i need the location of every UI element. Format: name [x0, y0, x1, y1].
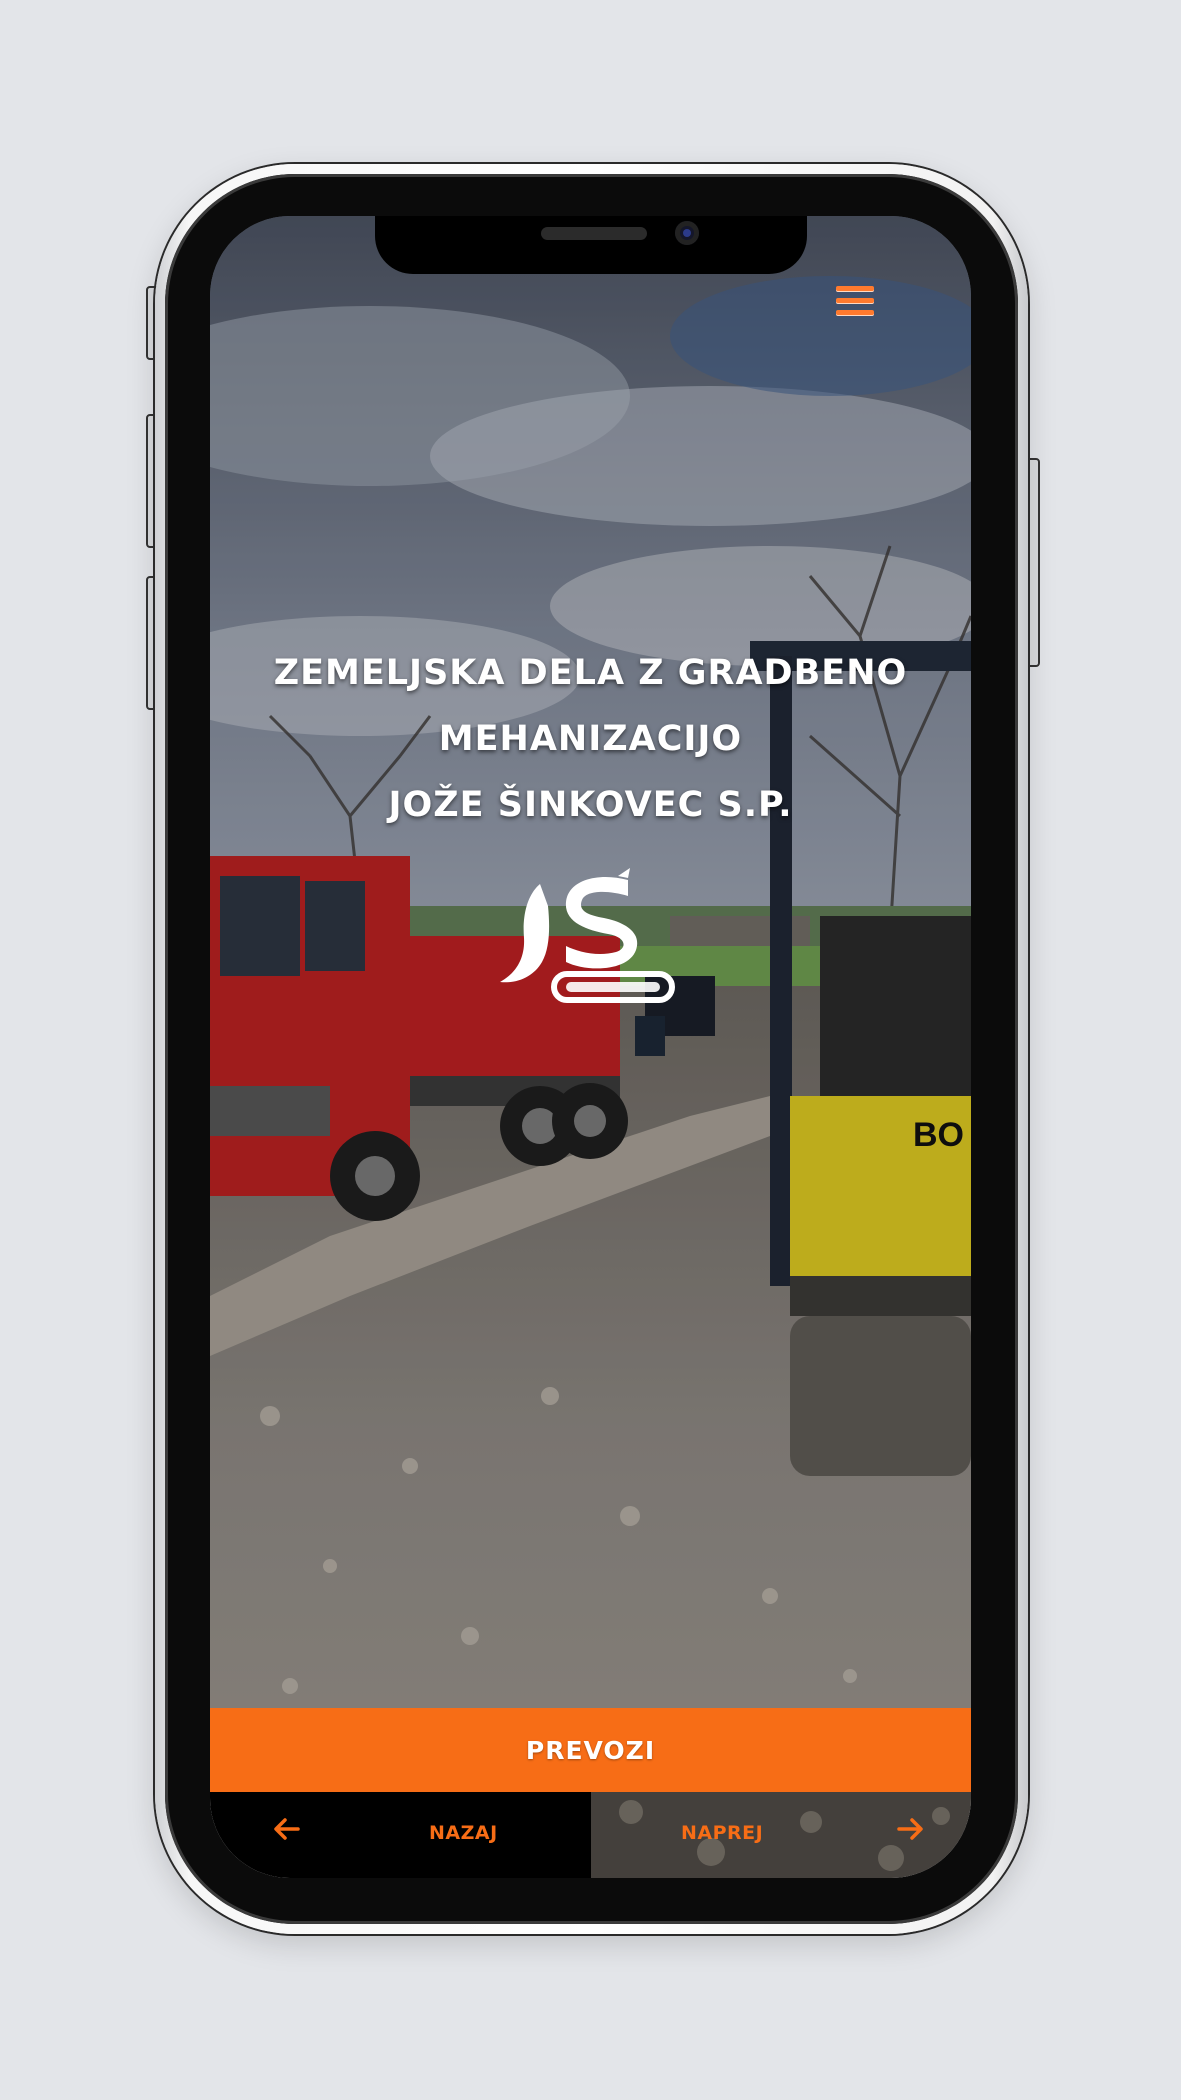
- hero-title-line-1: ZEMELJSKA DELA Z GRADBENO: [273, 653, 908, 693]
- menu-button[interactable]: [834, 282, 876, 322]
- arrow-right-icon: [897, 1818, 923, 1840]
- hamburger-icon-bar: [836, 310, 874, 315]
- front-camera: [675, 221, 699, 245]
- hero-title-line-3: JOŽE ŠINKOVEC S.P.: [388, 785, 793, 825]
- phone-screen: BO ZEMELJSKA DELA Z GRADBENO MEHANIZACIJ…: [210, 216, 971, 1878]
- hero-title: ZEMELJSKA DELA Z GRADBENO MEHANIZACIJO J…: [210, 640, 971, 838]
- hero-background-photo: BO: [210, 216, 971, 1878]
- next-button[interactable]: NAPREJ: [591, 1792, 971, 1878]
- phone-notch: [375, 216, 807, 274]
- hero-title-line-2: MEHANIZACIJO: [438, 719, 743, 759]
- hamburger-icon-bar: [836, 298, 874, 303]
- excavator-s-logo: [500, 868, 675, 1003]
- power-button: [1026, 458, 1040, 667]
- arrow-left-icon: [274, 1818, 300, 1840]
- back-label: NAZAJ: [429, 1822, 498, 1844]
- prevozi-button[interactable]: PREVOZI: [210, 1708, 971, 1792]
- hamburger-icon: [836, 286, 874, 291]
- back-button[interactable]: NAZAJ: [210, 1792, 591, 1878]
- speaker-grille: [541, 227, 647, 240]
- bottom-navigation: NAZAJ NAPREJ: [210, 1792, 971, 1878]
- next-label: NAPREJ: [681, 1822, 764, 1844]
